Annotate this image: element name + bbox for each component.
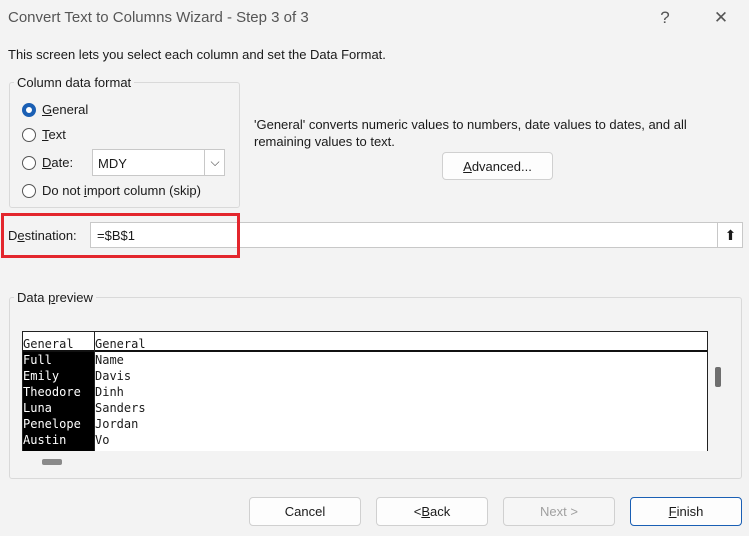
close-icon: ✕ [713, 8, 729, 27]
preview-cell: Name [95, 353, 124, 367]
preview-cell: Luna [23, 401, 52, 415]
preview-cell: Penelope [23, 417, 81, 431]
preview-cell: Dinh [95, 385, 124, 399]
format-description-line2: remaining values to text. [254, 134, 395, 149]
radio-skip[interactable]: Do not import column (skip) [22, 183, 201, 198]
radio-skip-button[interactable] [22, 183, 36, 198]
radio-date-label: Date: [42, 155, 74, 170]
vertical-scrollbar-thumb[interactable] [715, 367, 721, 387]
chevron-down-icon[interactable]: ⌵ [204, 150, 225, 175]
radio-text[interactable]: Text [22, 127, 66, 142]
preview-cell: Davis [95, 369, 132, 383]
finish-button[interactable]: Finish [630, 497, 742, 526]
radio-general-button[interactable] [22, 102, 36, 117]
collapse-dialog-button[interactable]: ⬆ [717, 223, 743, 247]
preview-column-2[interactable]: Name Davis Dinh Sanders Jordan Vo [95, 352, 146, 448]
back-button[interactable]: < Back [376, 497, 488, 526]
data-preview-label: Data preview [14, 290, 96, 305]
radio-skip-label: Do not import column (skip) [42, 183, 201, 198]
preview-header-1[interactable]: General [23, 336, 94, 352]
advanced-button[interactable]: Advanced... [442, 152, 553, 180]
data-preview-grid[interactable]: General General Full Emily Theodore Luna… [22, 331, 708, 451]
preview-cell: Sanders [95, 401, 146, 415]
date-format-value: MDY [98, 156, 127, 171]
radio-general[interactable]: General [22, 102, 88, 117]
format-description-line1: 'General' converts numeric values to num… [254, 117, 687, 132]
radio-general-label: General [42, 102, 89, 117]
window-title: Convert Text to Columns Wizard - Step 3 … [8, 9, 309, 26]
destination-highlight-box [1, 213, 240, 258]
intro-text: This screen lets you select each column … [8, 47, 386, 62]
collapse-upload-icon: ⬆ [724, 226, 737, 243]
title-bar: Convert Text to Columns Wizard - Step 3 … [0, 0, 749, 36]
preview-cell: Austin [23, 433, 67, 447]
radio-text-button[interactable] [22, 127, 36, 142]
help-icon: ? [660, 8, 670, 27]
format-description: 'General' converts numeric values to num… [254, 116, 687, 150]
radio-date[interactable]: Date: [22, 155, 73, 170]
radio-date-button[interactable] [22, 155, 36, 170]
next-button[interactable]: Next > [503, 497, 615, 526]
preview-header-2[interactable]: General [95, 336, 707, 352]
preview-cell: Emily [23, 369, 60, 383]
close-button[interactable]: ✕ [703, 4, 739, 32]
preview-cell: Jordan [95, 417, 139, 431]
help-button[interactable]: ? [647, 4, 683, 32]
preview-cell: Vo [95, 433, 110, 447]
preview-cell: Full [23, 353, 52, 367]
preview-cell: Theodore [23, 385, 81, 399]
horizontal-scrollbar-thumb[interactable] [42, 459, 62, 465]
radio-text-label: Text [42, 127, 66, 142]
date-format-select[interactable]: MDY ⌵ [92, 149, 225, 176]
cancel-button[interactable]: Cancel [249, 497, 361, 526]
preview-column-1-selected[interactable]: Full Emily Theodore Luna Penelope Austin [23, 352, 94, 451]
column-data-format-label: Column data format [14, 75, 135, 90]
